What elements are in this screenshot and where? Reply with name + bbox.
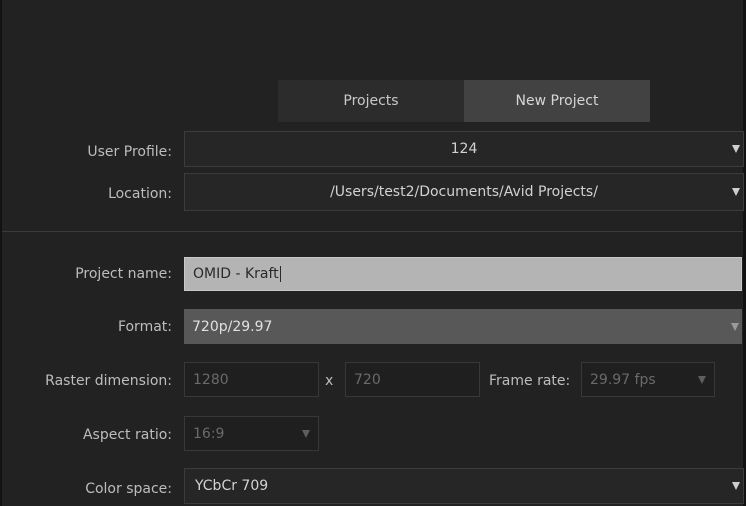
raster-separator: x	[325, 373, 334, 389]
raster-width-value: 1280	[193, 371, 229, 388]
color-space-value: YCbCr 709	[195, 478, 269, 494]
aspect-ratio-label: Aspect ratio:	[82, 427, 172, 443]
format-dropdown-icon	[731, 322, 739, 331]
format-label: Format:	[117, 319, 172, 335]
user-profile-select[interactable]: 124	[184, 131, 744, 167]
raster-dimension-label: Raster dimension:	[45, 373, 172, 389]
format-value: 720p/29.97	[192, 318, 273, 335]
location-value: /Users/test2/Documents/Avid Projects/	[330, 184, 598, 200]
tab-projects[interactable]: Projects	[278, 80, 464, 122]
location-label: Location:	[108, 186, 172, 202]
raster-width-input[interactable]: 1280	[184, 362, 319, 397]
tab-new-project[interactable]: New Project	[464, 80, 650, 122]
raster-height-value: 720	[354, 371, 381, 388]
text-cursor	[279, 266, 281, 282]
project-tabs: Projects New Project	[278, 80, 650, 122]
location-dropdown-icon	[732, 188, 740, 196]
color-space-select[interactable]: YCbCr 709	[184, 468, 744, 504]
frame-rate-value: 29.97 fps	[590, 371, 656, 388]
project-name-label: Project name:	[75, 266, 172, 282]
project-name-value: OMID - Kraft	[193, 266, 279, 282]
color-space-label: Color space:	[85, 481, 172, 497]
color-space-dropdown-icon	[732, 482, 740, 490]
user-profile-label: User Profile:	[87, 144, 172, 160]
new-project-dialog: Projects New Project User Profile: 124 L…	[0, 0, 746, 506]
location-select[interactable]: /Users/test2/Documents/Avid Projects/	[184, 173, 744, 211]
section-divider	[2, 231, 743, 232]
project-name-input[interactable]: OMID - Kraft	[184, 257, 742, 291]
aspect-ratio-dropdown-icon	[302, 429, 310, 438]
aspect-ratio-select[interactable]: 16:9	[184, 416, 319, 451]
frame-rate-dropdown-icon	[698, 375, 706, 384]
left-edge	[0, 0, 2, 506]
aspect-ratio-value: 16:9	[193, 425, 225, 442]
raster-height-input[interactable]: 720	[345, 362, 480, 397]
user-profile-dropdown-icon	[732, 145, 740, 153]
frame-rate-label: Frame rate:	[489, 373, 571, 389]
frame-rate-select[interactable]: 29.97 fps	[581, 362, 715, 397]
format-select[interactable]: 720p/29.97	[184, 309, 742, 344]
user-profile-value: 124	[450, 141, 478, 157]
